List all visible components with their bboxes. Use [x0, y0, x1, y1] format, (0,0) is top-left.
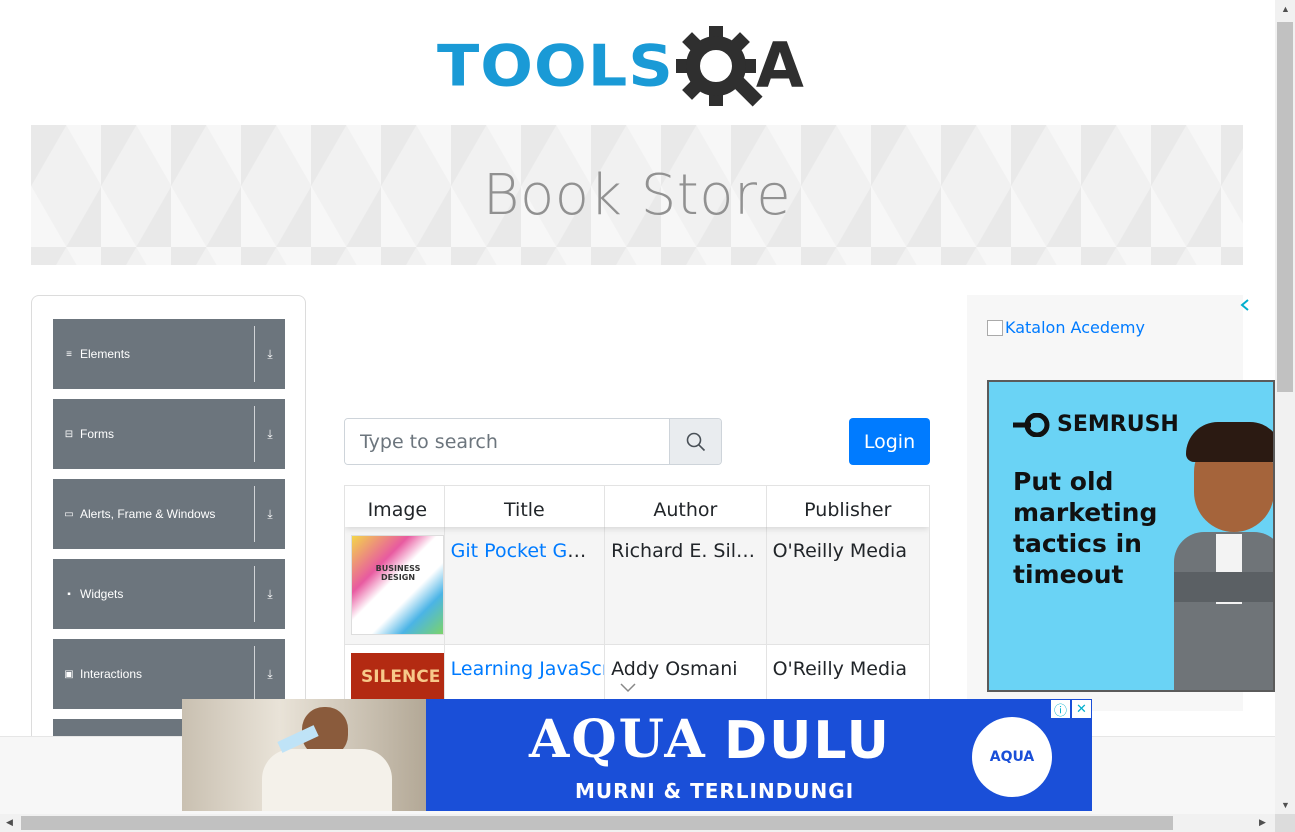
page-title: Book Store	[482, 162, 792, 228]
book-title-link[interactable]: Git Pocket Guide	[451, 540, 604, 562]
ad-tagline: MURNI & TERLINDUNGI	[575, 779, 855, 803]
download-icon[interactable]: ⤓	[255, 507, 285, 522]
login-button[interactable]: Login	[849, 418, 930, 465]
horizontal-scrollbar[interactable]: ◀ ▶	[0, 814, 1275, 832]
table-header: Image Title Author Publisher	[345, 486, 929, 527]
form-icon: ⊟	[64, 428, 74, 440]
table-row: SILENCE Learning JavaScript Design Patte…	[345, 645, 929, 704]
katalon-ad-link[interactable]: Katalon Acedemy	[987, 318, 1145, 337]
semrush-brand: SEMRUSH	[1013, 412, 1179, 437]
search-input[interactable]	[345, 419, 669, 464]
semrush-logo-icon	[1013, 412, 1050, 437]
search-icon	[686, 432, 705, 451]
aqua-ad-banner[interactable]: AQUA DULU MURNI & TERLINDUNGI AQUA	[182, 699, 1092, 811]
column-header-author[interactable]: Author	[605, 486, 767, 527]
list-icon: ≡	[66, 348, 72, 360]
ad-close-icon[interactable]: ✕	[1072, 700, 1091, 718]
ad-person-image	[1174, 422, 1273, 690]
vertical-scroll-thumb[interactable]	[1277, 22, 1293, 392]
vertical-scrollbar[interactable]: ▲ ▼	[1275, 0, 1295, 814]
window-icon: ▭	[64, 508, 74, 520]
book-title-link[interactable]: Learning JavaScript Design Patterns	[451, 658, 604, 680]
ad-info-icon[interactable]: ⓘ	[1051, 700, 1070, 718]
scroll-down-arrow-icon[interactable]: ▼	[1281, 800, 1290, 810]
author-cell: Addy Osmani	[605, 645, 767, 704]
scroll-up-arrow-icon[interactable]: ▲	[1281, 4, 1290, 14]
aqua-badge-text: AQUA	[989, 749, 1035, 765]
sidebar-group-widgets[interactable]: ▪ Widgets ⤓	[53, 559, 285, 629]
title-cell: Git Pocket Guide	[445, 527, 606, 644]
book-cover-image: SILENCE	[351, 653, 444, 704]
ad-controls: ⓘ ✕	[1051, 700, 1091, 718]
publisher-cell: O'Reilly Media	[772, 658, 907, 680]
adchoices-icon[interactable]	[1240, 298, 1250, 314]
chevron-down-icon[interactable]	[620, 683, 636, 693]
page-banner: Book Store	[31, 125, 1243, 265]
ad-photo	[182, 699, 426, 811]
semrush-ad[interactable]: SEMRUSH Put old marketing tactics in tim…	[987, 380, 1275, 692]
aqua-badge-logo: AQUA	[972, 717, 1052, 797]
sidebar-group-label: Widgets	[80, 587, 124, 601]
download-icon[interactable]: ⤓	[255, 427, 285, 442]
search-button[interactable]	[669, 419, 721, 464]
column-header-publisher[interactable]: Publisher	[767, 486, 929, 527]
aqua-headline: AQUA	[529, 709, 707, 770]
sidebar-group-forms[interactable]: ⊟ Forms ⤓	[53, 399, 285, 469]
sidebar-group-elements[interactable]: ≡ Elements ⤓	[53, 319, 285, 389]
download-icon[interactable]: ⤓	[255, 587, 285, 602]
author-text: Addy Osmani	[611, 658, 738, 680]
gear-icon	[675, 26, 763, 107]
image-cell: BUSINESS DESIGN	[345, 527, 445, 644]
interactions-icon: ▣	[64, 668, 74, 680]
semrush-brand-text: SEMRUSH	[1057, 412, 1179, 437]
title-cell: Learning JavaScript Design Patterns	[445, 645, 606, 704]
cover-text: SILENCE	[361, 667, 441, 687]
sidebar-group-label: Elements	[80, 347, 131, 361]
toolsqa-logo[interactable]: TOOLS A	[437, 18, 841, 114]
download-icon[interactable]: ⤓	[255, 667, 285, 682]
sidebar-group-label: Forms	[80, 427, 114, 441]
logo-text: TOOLS	[437, 31, 674, 100]
sidebar-group-label: Interactions	[80, 667, 143, 681]
publisher-cell: O'Reilly Media	[772, 540, 907, 562]
download-icon[interactable]: ⤓	[255, 347, 285, 362]
katalon-link-text: Katalon Acedemy	[1005, 318, 1145, 337]
dulu-headline: DULU	[724, 711, 891, 771]
search-box	[344, 418, 722, 465]
broken-image-icon	[987, 319, 1003, 336]
table-row: BUSINESS DESIGN Git Pocket Guide Richard…	[345, 527, 929, 645]
semrush-ad-copy: Put old marketing tactics in timeout	[1013, 467, 1158, 589]
sidebar: ≡ Elements ⤓ ⊟ Forms ⤓ ▭ Alerts, Frame &…	[31, 295, 306, 745]
sidebar-group-label: Alerts, Frame & Windows	[80, 507, 216, 521]
image-cell: SILENCE	[345, 645, 445, 704]
books-table: Image Title Author Publisher BUSINESS DE…	[344, 485, 930, 705]
scrollbar-corner	[1275, 814, 1295, 832]
logo-letter: A	[755, 29, 804, 102]
column-header-image[interactable]: Image	[345, 486, 445, 527]
book-cover-image: BUSINESS DESIGN	[351, 535, 444, 635]
sidebar-group-alerts[interactable]: ▭ Alerts, Frame & Windows ⤓	[53, 479, 285, 549]
cover-text: BUSINESS DESIGN	[375, 564, 421, 582]
widgets-icon: ▪	[67, 588, 71, 600]
author-cell: Richard E. Silverman	[605, 527, 767, 644]
scroll-right-arrow-icon[interactable]: ▶	[1259, 817, 1266, 828]
column-header-title[interactable]: Title	[445, 486, 606, 527]
horizontal-scroll-thumb[interactable]	[21, 816, 1173, 830]
scroll-left-arrow-icon[interactable]: ◀	[6, 817, 13, 828]
